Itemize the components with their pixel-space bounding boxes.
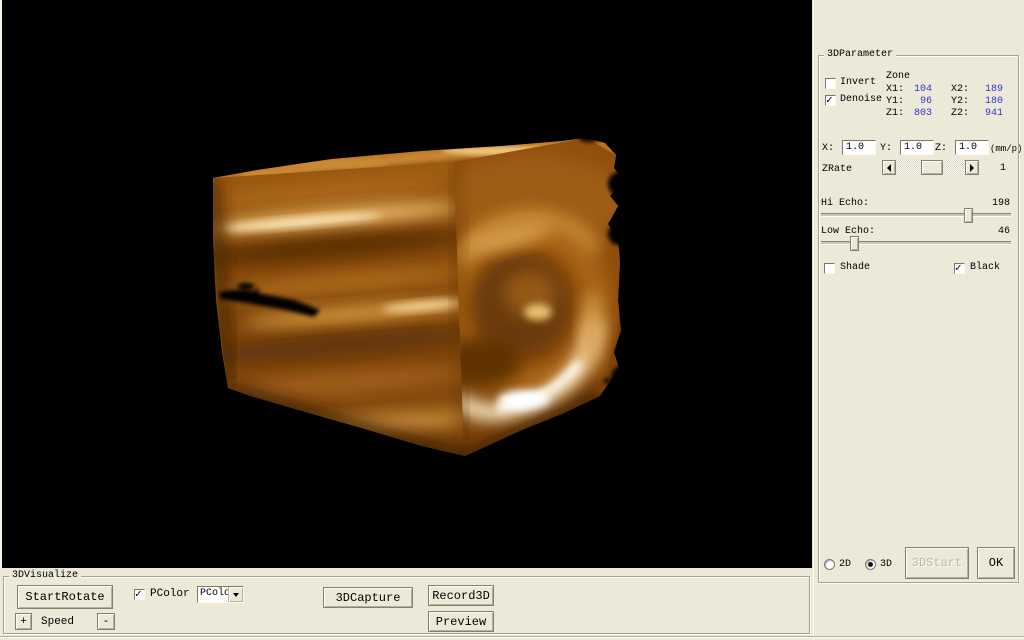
invert-label: Invert <box>840 77 876 89</box>
pcolor-dropdown-button[interactable] <box>228 587 243 602</box>
hi-echo-slider[interactable] <box>821 213 1011 217</box>
low-echo-slider-thumb[interactable] <box>850 236 859 251</box>
start-rotate-button[interactable]: StartRotate <box>17 585 113 609</box>
hi-echo-label: Hi Echo: <box>821 198 869 210</box>
scale-z-input[interactable] <box>955 140 989 155</box>
pcolor-checkbox[interactable] <box>134 589 145 600</box>
scroll-right-arrow-icon <box>970 164 974 172</box>
scale-y-label: Y: <box>880 143 892 155</box>
low-echo-label: Low Echo: <box>821 226 875 238</box>
preview-button[interactable]: Preview <box>428 611 494 632</box>
black-label: Black <box>970 262 1000 274</box>
visualize-groupbox: 3DVisualize StartRotate + Speed - PColor… <box>3 576 810 634</box>
param-groupbox: 3DParameter Invert Denoise Zone X1: 104 … <box>818 55 1019 583</box>
capture-3d-button[interactable]: 3DCapture <box>323 587 413 608</box>
low-echo-value: 46 <box>979 226 1010 238</box>
zone-z1-value: 803 <box>902 108 932 120</box>
shade-checkbox[interactable] <box>824 263 835 274</box>
ok-button[interactable]: OK <box>977 547 1015 579</box>
mode-2d-radio[interactable] <box>824 559 835 570</box>
scroll-left-arrow-icon <box>887 164 891 172</box>
dropdown-arrow-icon <box>233 593 239 597</box>
speed-minus-button[interactable]: - <box>97 613 115 630</box>
denoise-checkbox[interactable] <box>825 95 836 106</box>
zrate-scrollbar[interactable] <box>882 160 979 175</box>
low-echo-slider[interactable] <box>821 241 1011 245</box>
param-groupbox-title: 3DParameter <box>824 49 896 61</box>
zrate-value: 1 <box>1000 163 1006 175</box>
mode-2d-label: 2D <box>839 559 851 571</box>
zone-x2-label: X2: <box>951 84 969 96</box>
speed-label: Speed <box>41 616 74 628</box>
scale-z-label: Z: <box>935 143 947 155</box>
volume-render <box>2 0 812 568</box>
pcolor-dropdown[interactable]: PColor <box>197 586 244 603</box>
hi-echo-slider-thumb[interactable] <box>964 208 973 223</box>
scale-x-input[interactable] <box>842 140 876 155</box>
scale-y-input[interactable] <box>900 140 934 155</box>
parameter-panel: 3DParameter Invert Denoise Zone X1: 104 … <box>813 0 1024 640</box>
black-checkbox[interactable] <box>954 263 965 274</box>
zone-z2-label: Z2: <box>951 108 969 120</box>
record-3d-button[interactable]: Record3D <box>428 585 494 606</box>
hi-echo-value: 198 <box>979 198 1010 210</box>
denoise-label: Denoise <box>840 94 882 106</box>
zone-x2-value: 189 <box>971 84 1003 96</box>
zrate-scroll-right-button[interactable] <box>965 160 979 175</box>
zrate-label: ZRate <box>822 164 852 176</box>
zone-title: Zone <box>886 71 910 83</box>
start-3d-button[interactable]: 3DStart <box>905 547 969 579</box>
window-bottom-edge <box>0 636 1024 638</box>
mode-3d-label: 3D <box>880 559 892 571</box>
zrate-scroll-track[interactable] <box>896 160 965 175</box>
visualize-groupbox-title: 3DVisualize <box>9 570 81 582</box>
invert-checkbox[interactable] <box>825 78 836 89</box>
pcolor-label: PColor <box>150 588 190 600</box>
zone-z2-value: 941 <box>971 108 1003 120</box>
viewport-canvas[interactable] <box>2 0 812 568</box>
pcolor-dropdown-value: PColor <box>198 587 228 602</box>
zone-y1-value: 96 <box>902 96 932 108</box>
zrate-scroll-left-button[interactable] <box>882 160 896 175</box>
mode-3d-radio[interactable] <box>865 559 876 570</box>
scale-unit-label: (mm/p) <box>990 143 1022 155</box>
application-window: 3DParameter Invert Denoise Zone X1: 104 … <box>0 0 1024 640</box>
speed-plus-button[interactable]: + <box>15 613 32 630</box>
zone-y2-label: Y2: <box>951 96 969 108</box>
zone-y2-value: 180 <box>971 96 1003 108</box>
zrate-scroll-thumb[interactable] <box>921 160 943 175</box>
zone-x1-value: 104 <box>902 84 932 96</box>
shade-label: Shade <box>840 262 870 274</box>
scale-x-label: X: <box>822 143 834 155</box>
